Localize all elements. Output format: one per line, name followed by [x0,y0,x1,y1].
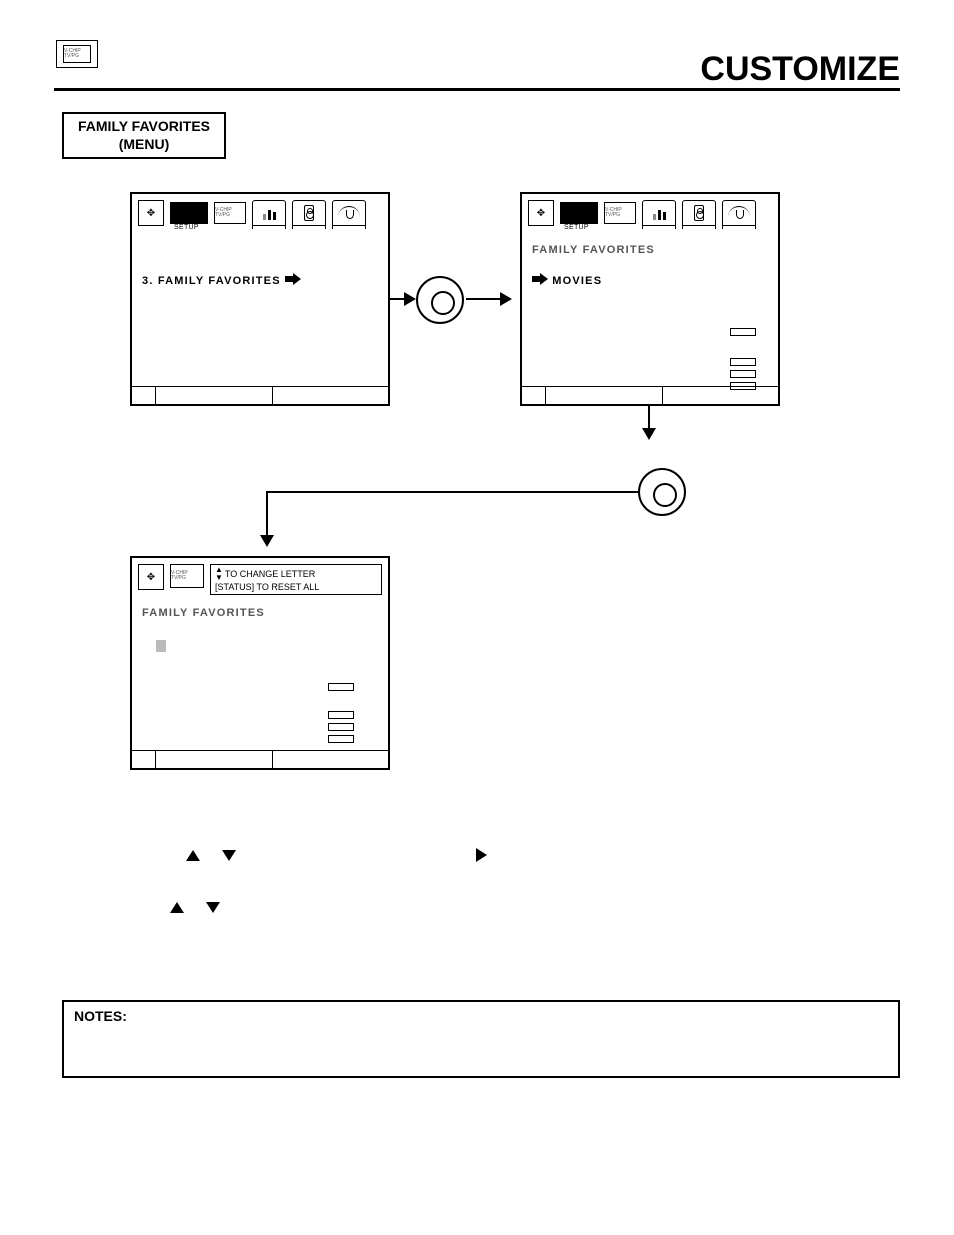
screen-2-body: FAMILY FAVORITES MOVIES [522,232,778,390]
flow-line [466,298,502,300]
arrow-right-icon [532,274,548,284]
screen-2-header: FAMILY FAVORITES [532,244,768,256]
arrowhead-right-icon [500,292,512,306]
down-triangle-icon [222,848,236,866]
screen-1-toolbar: ✥ SETUP V-CHIP TV/PG [132,194,388,232]
sel-number: 3. [142,275,154,287]
sel-text: FAMILY FAVORITES [158,275,281,287]
flow-line [266,491,638,493]
vchip-icon: V-CHIP TV/PG [170,564,204,588]
tab-graph-icon [642,200,676,226]
flow-line [648,406,650,430]
page-title: CUSTOMIZE [700,50,900,89]
screen-1-body: 3. FAMILY FAVORITES [132,232,388,390]
screen-3-header: FAMILY FAVORITES [142,607,378,619]
tab-graph-icon [252,200,286,226]
page: V-CHIP TV/PG CUSTOMIZE FAMILY FAVORITES … [0,0,954,1235]
hint2: [STATUS] TO RESET ALL [215,582,319,593]
screen-2-footer [522,386,778,404]
nav-arrows-icon: ✥ [138,200,164,226]
screen-2-toolbar: ✥ SETUP V-CHIP TV/PG [522,194,778,232]
screen-2: ✥ SETUP V-CHIP TV/PG FAMILY FAVORITES MO… [520,192,780,406]
nav-arrows-icon: ✥ [138,564,164,590]
nav-arrows-icon: ✥ [528,200,554,226]
arrowhead-down-icon [642,428,656,440]
vchip-logo-inner: V-CHIP TV/PG [63,45,91,63]
arrow-right-icon [285,274,301,284]
notes-label: NOTES: [74,1008,127,1024]
screen-2-selection: MOVIES [532,274,768,287]
menu-label-line1: FAMILY FAVORITES [78,118,210,136]
screen-thumb-icon [170,202,208,224]
rotary-knob-icon [638,468,686,516]
screen-3-body: FAMILY FAVORITES [132,597,388,753]
up-down-icon: ▲▼ [215,566,223,582]
screen-1: ✥ SETUP V-CHIP TV/PG 3. FAMILY FAVORITES [130,192,390,406]
arrowhead-down-icon [260,535,274,547]
flow-line [266,491,268,537]
screen-1-selection: 3. FAMILY FAVORITES [142,274,378,287]
hint1: TO CHANGE LETTER [225,569,315,580]
right-triangle-icon [476,848,487,867]
vchip-icon: V-CHIP TV/PG [604,202,636,224]
screen-3: ✥ V-CHIP TV/PG ▲▼ TO CHANGE LETTER [STAT… [130,556,390,770]
tab-antenna-icon [722,200,756,226]
vchip-icon: V-CHIP TV/PG [214,202,246,224]
title-divider [54,88,900,91]
up-triangle-icon [170,900,184,918]
side-indicators [730,328,756,336]
screen-3-footer [132,750,388,768]
down-triangle-icon [206,900,220,918]
tab-antenna-icon [332,200,366,226]
notes-box: NOTES: [62,1000,900,1078]
tab-speaker-icon [292,200,326,226]
side-indicators [328,683,354,691]
arrowhead-right-icon [404,292,416,306]
setup-label: SETUP [564,224,589,231]
side-indicators-2 [328,711,354,743]
setup-label: SETUP [174,224,199,231]
screen-3-toolbar: ✥ V-CHIP TV/PG ▲▼ TO CHANGE LETTER [STAT… [132,558,388,597]
screen-thumb-icon [560,202,598,224]
up-triangle-icon [186,848,200,866]
text-cursor [156,639,378,657]
menu-label-line2: (MENU) [78,136,210,154]
tab-speaker-icon [682,200,716,226]
rotary-knob-icon [416,276,464,324]
menu-label-box: FAMILY FAVORITES (MENU) [62,112,226,159]
hint-box: ▲▼ TO CHANGE LETTER [STATUS] TO RESET AL… [210,564,382,595]
vchip-logo: V-CHIP TV/PG [56,40,98,68]
screen-1-footer [132,386,388,404]
sel-text: MOVIES [552,275,602,287]
